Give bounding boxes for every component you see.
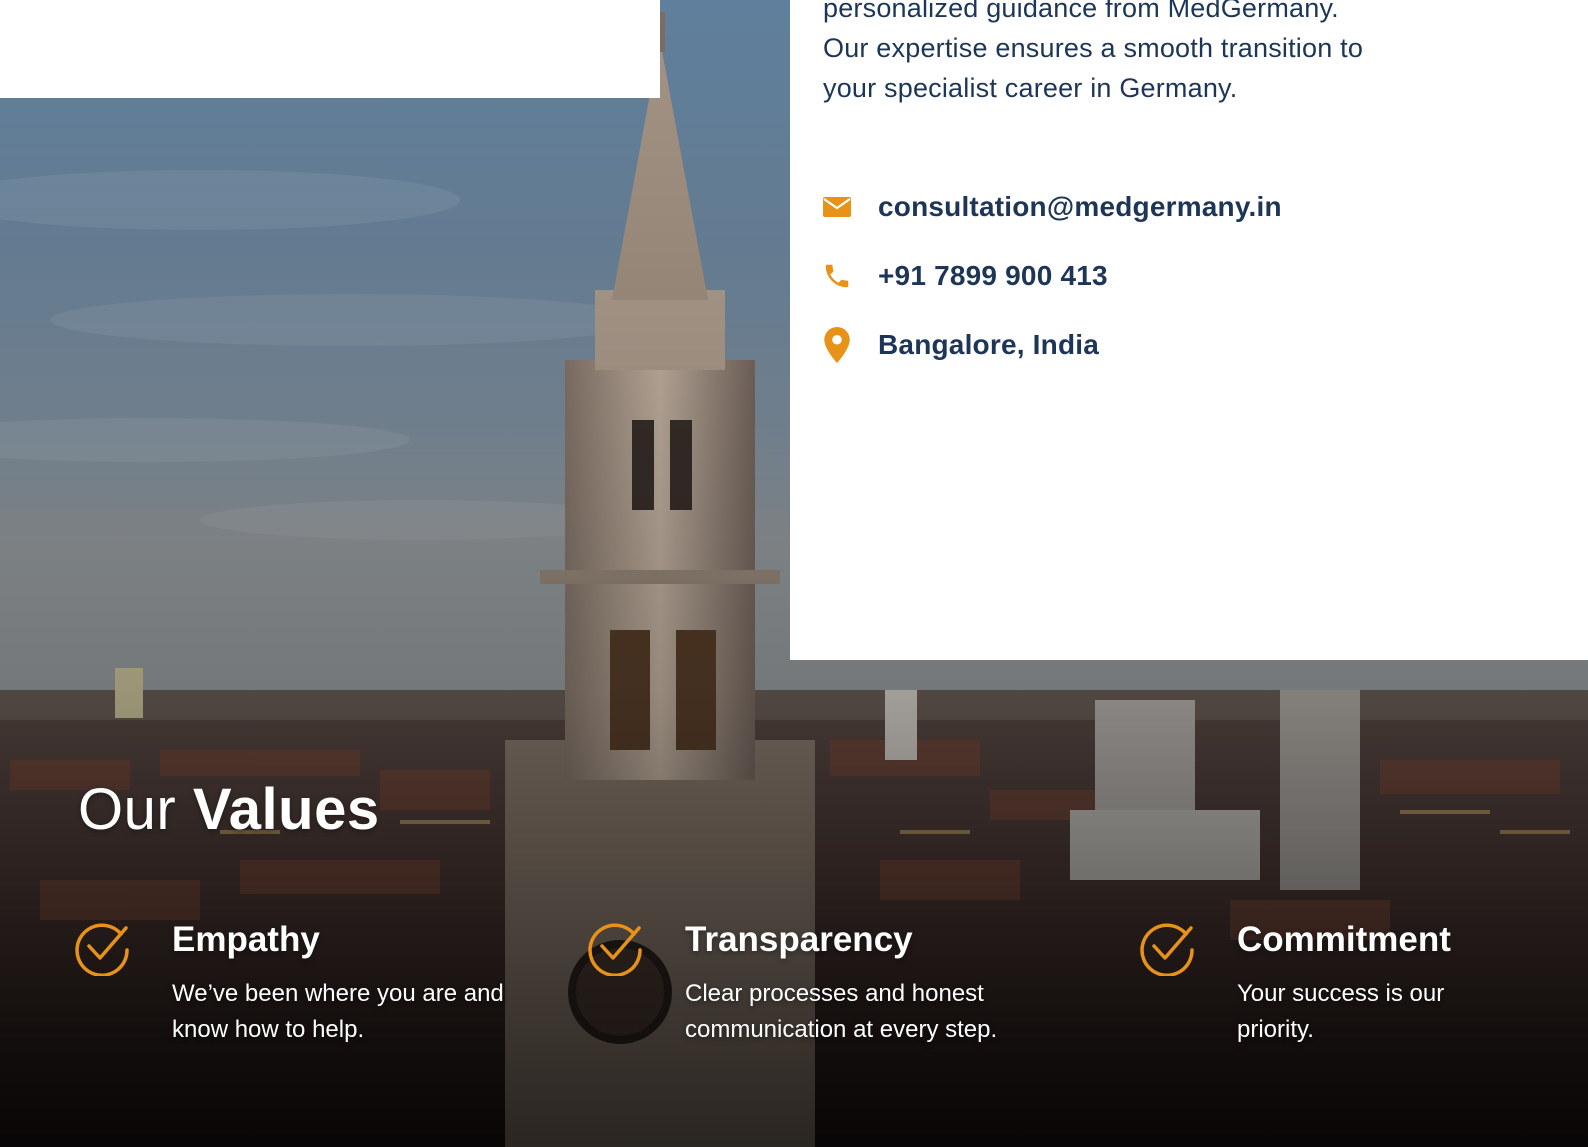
values-title-light: Our	[78, 777, 177, 842]
intro-line-2: Our expertise ensures a smooth transitio…	[823, 33, 1364, 63]
page: personalized guidance from MedGermany. O…	[0, 0, 1588, 1147]
intro-line-3: your specialist career in Germany.	[823, 73, 1238, 103]
value-card-transparency: Transparency Clear processes and honest …	[587, 918, 1085, 1048]
contact-email-item: consultation@medgermany.in	[821, 186, 1282, 228]
value-description: Your success is our priority.	[1237, 980, 1445, 1043]
check-circle-icon	[1139, 918, 1197, 977]
value-body: Commitment Your success is our priority.	[1237, 918, 1507, 1048]
value-body: Empathy We’ve been where you are and kno…	[172, 918, 512, 1048]
value-heading: Commitment	[1237, 920, 1451, 959]
value-description: We’ve been where you are and know how to…	[172, 980, 504, 1043]
values-title-bold: Values	[192, 777, 380, 842]
value-description: Clear processes and honest communication…	[685, 980, 998, 1043]
email-link[interactable]: consultation@medgermany.in	[878, 191, 1282, 223]
value-card-commitment: Commitment Your success is our priority.	[1139, 918, 1507, 1048]
value-body: Transparency Clear processes and honest …	[685, 918, 1085, 1048]
phone-icon	[821, 260, 853, 292]
intro-line-1: personalized guidance from MedGermany.	[823, 0, 1339, 23]
mail-icon	[821, 191, 853, 223]
phone-link[interactable]: +91 7899 900 413	[878, 260, 1108, 292]
contact-location-item: Bangalore, India	[821, 324, 1282, 366]
value-heading: Empathy	[172, 920, 320, 959]
contact-list: consultation@medgermany.in +91 7899 900 …	[821, 186, 1282, 393]
check-circle-icon	[74, 918, 132, 977]
check-circle-icon	[587, 918, 645, 977]
values-title: Our Values	[78, 776, 380, 843]
value-card-empathy: Empathy We’ve been where you are and kno…	[74, 918, 512, 1048]
value-heading: Transparency	[685, 920, 913, 959]
location-text: Bangalore, India	[878, 329, 1100, 360]
location-pin-icon	[821, 327, 853, 363]
contact-phone-item: +91 7899 900 413	[821, 255, 1282, 297]
intro-paragraph: personalized guidance from MedGermany. O…	[823, 0, 1523, 108]
